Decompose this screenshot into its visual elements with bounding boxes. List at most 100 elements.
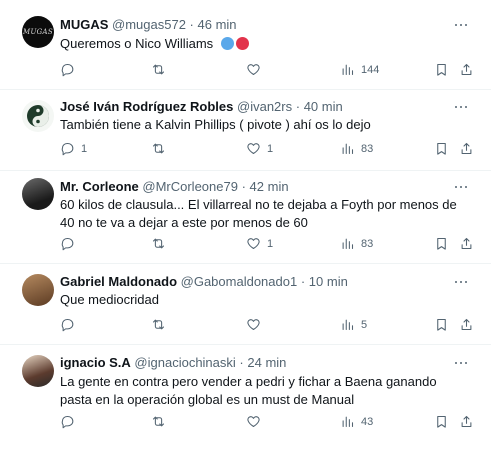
share-button[interactable]: [459, 141, 474, 156]
analytics-icon: [342, 319, 354, 331]
tweet[interactable]: Mr. Corleone @MrCorleone79 · 42 min 60 k…: [0, 171, 491, 264]
blue-circle-emoji-icon: [220, 37, 234, 50]
views-button[interactable]: 43: [340, 414, 373, 429]
timestamp[interactable]: 10 min: [309, 274, 348, 289]
tweet-header: José Iván Rodríguez Robles @ivan2rs · 40…: [60, 99, 343, 115]
analytics-icon: [342, 64, 354, 76]
like-button[interactable]: [246, 62, 267, 77]
retweet-button[interactable]: [151, 414, 166, 429]
more-options-icon[interactable]: [453, 355, 469, 371]
bookmark-icon: [437, 415, 446, 428]
timestamp[interactable]: 40 min: [304, 99, 343, 114]
views-button[interactable]: 83: [340, 141, 373, 156]
separator: ·: [239, 355, 244, 370]
reply-button[interactable]: [60, 62, 81, 77]
retweet-button[interactable]: [151, 236, 166, 251]
share-button[interactable]: [459, 236, 474, 251]
tweet-header: ignacio S.A @ignaciochinaski · 24 min: [60, 355, 286, 371]
view-count: 144: [361, 63, 380, 76]
retweet-button[interactable]: [151, 141, 166, 156]
bookmark-icon: [437, 63, 446, 76]
author-name[interactable]: MUGAS: [60, 17, 108, 32]
bookmark-button[interactable]: [434, 141, 449, 156]
more-options-icon[interactable]: [453, 99, 469, 115]
reply-button[interactable]: [60, 414, 81, 429]
red-circle-emoji-icon: [235, 37, 249, 50]
avatar[interactable]: [22, 178, 54, 210]
reply-button[interactable]: [60, 317, 81, 332]
share-icon: [461, 415, 472, 428]
reply-icon: [61, 237, 74, 251]
bookmark-button[interactable]: [434, 317, 449, 332]
author-handle[interactable]: @Gabomaldonado1: [181, 274, 298, 289]
author-handle[interactable]: @ivan2rs: [237, 99, 292, 114]
reply-button[interactable]: [60, 236, 81, 251]
author-name[interactable]: Mr. Corleone: [60, 179, 139, 194]
author-name[interactable]: ignacio S.A: [60, 355, 131, 370]
reply-icon: [61, 142, 74, 156]
like-button[interactable]: [246, 317, 267, 332]
separator: ·: [241, 179, 246, 194]
tweet-text: Que mediocridad: [60, 292, 159, 307]
tweet[interactable]: MUGAS MUGAS @mugas572 · 46 min Queremos …: [0, 0, 491, 90]
tweet-header: Mr. Corleone @MrCorleone79 · 42 min: [60, 179, 289, 195]
retweet-icon: [152, 143, 165, 154]
retweet-button[interactable]: [151, 62, 166, 77]
avatar[interactable]: [22, 355, 54, 387]
tweet-text: 60 kilos de clausula... El villarreal no…: [60, 197, 457, 230]
like-button[interactable]: [246, 414, 267, 429]
retweet-icon: [152, 319, 165, 330]
tweet-text: La gente en contra pero vender a pedri y…: [60, 374, 437, 407]
more-options-icon[interactable]: [453, 274, 469, 290]
avatar[interactable]: [22, 100, 54, 132]
tweet[interactable]: ignacio S.A @ignaciochinaski · 24 min La…: [0, 345, 491, 454]
bookmark-button[interactable]: [434, 62, 449, 77]
author-handle[interactable]: @MrCorleone79: [142, 179, 238, 194]
views-button[interactable]: 144: [340, 62, 379, 77]
tweet-actions: 1 1 83: [0, 141, 491, 159]
share-button[interactable]: [459, 414, 474, 429]
author-handle[interactable]: @mugas572: [112, 17, 186, 32]
reply-icon: [61, 63, 74, 77]
retweet-button[interactable]: [151, 317, 166, 332]
heart-icon: [247, 238, 260, 250]
analytics-icon: [342, 416, 354, 428]
timestamp[interactable]: 24 min: [247, 355, 286, 370]
more-options-icon[interactable]: [453, 17, 469, 33]
views-button[interactable]: 5: [340, 317, 367, 332]
avatar-yin-yang-icon: [27, 105, 49, 127]
bookmark-icon: [437, 142, 446, 155]
avatar[interactable]: [22, 274, 54, 306]
share-button[interactable]: [459, 317, 474, 332]
reply-button[interactable]: 1: [60, 141, 87, 156]
bookmark-button[interactable]: [434, 414, 449, 429]
avatar-logo-text: MUGAS: [22, 28, 53, 36]
views-button[interactable]: 83: [340, 236, 373, 251]
tweet[interactable]: Gabriel Maldonado @Gabomaldonado1 · 10 m…: [0, 264, 491, 345]
share-button[interactable]: [459, 62, 474, 77]
author-name[interactable]: Gabriel Maldonado: [60, 274, 177, 289]
like-button[interactable]: 1: [246, 141, 273, 156]
like-count: 1: [267, 142, 274, 155]
tweet[interactable]: José Iván Rodríguez Robles @ivan2rs · 40…: [0, 90, 491, 171]
separator: ·: [295, 99, 301, 114]
retweet-icon: [152, 238, 165, 249]
author-handle[interactable]: @ignaciochinaski: [134, 355, 235, 370]
more-options-icon[interactable]: [453, 179, 469, 195]
author-name[interactable]: José Iván Rodríguez Robles: [60, 99, 233, 114]
tweet-actions: 144: [0, 62, 491, 80]
bookmark-button[interactable]: [434, 236, 449, 251]
share-icon: [461, 63, 472, 76]
tweet-actions: 43: [0, 414, 491, 432]
bookmark-icon: [437, 237, 446, 250]
timestamp[interactable]: 42 min: [250, 179, 289, 194]
bookmark-icon: [437, 318, 446, 331]
avatar[interactable]: MUGAS: [22, 16, 54, 48]
reply-count: 1: [81, 142, 88, 155]
like-count: 1: [267, 237, 274, 250]
heart-icon: [247, 143, 260, 155]
retweet-icon: [152, 416, 165, 427]
share-icon: [461, 142, 472, 155]
timestamp[interactable]: 46 min: [198, 17, 237, 32]
like-button[interactable]: 1: [246, 236, 273, 251]
